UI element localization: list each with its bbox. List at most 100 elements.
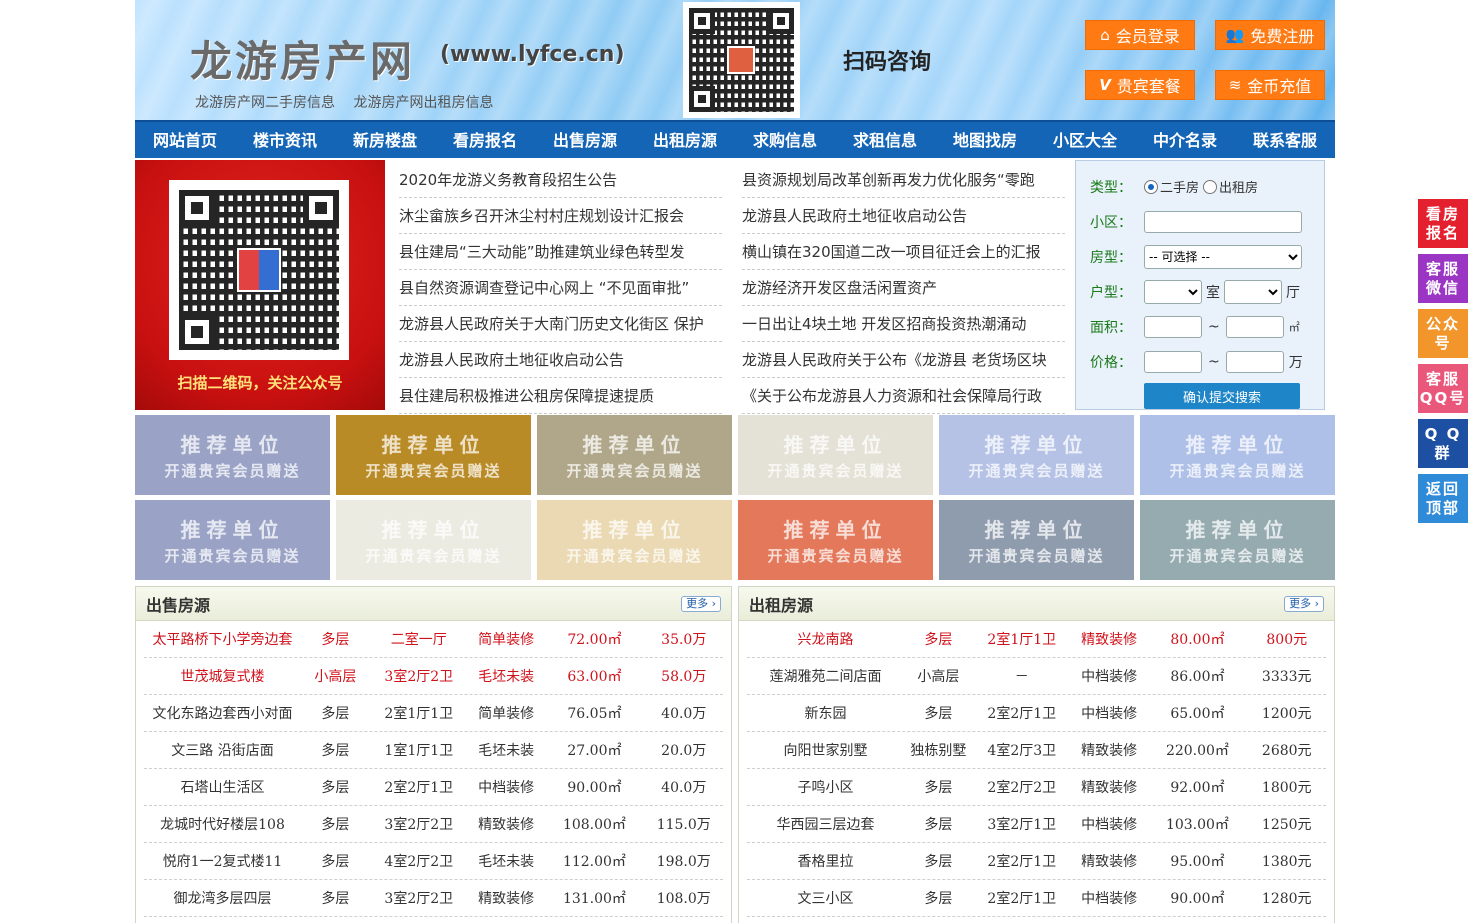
recommended-ad-slot[interactable]: 推荐单位 开通贵宾会员赠送 [336,500,531,580]
nav-contact-service[interactable]: 联系客服 [1235,122,1335,158]
table-row[interactable]: 文化东路边套西小对面 多层 2室1厅1卫 简单装修 76.05㎡ 40.0万 [144,695,723,732]
news-item[interactable]: 县资源规划局改革创新再发力优化服务“零跑 [742,162,1065,198]
nav-for-rent[interactable]: 出租房源 [635,122,735,158]
cell-name[interactable]: 子鸣小区 [747,777,904,797]
table-row[interactable]: 文三路 沿街店面 多层 1室1厅1卫 毛坯未装 27.00㎡ 20.0万 [144,732,723,769]
nav-market-news[interactable]: 楼市资讯 [235,122,335,158]
recommended-ad-slot[interactable]: 推荐单位 开通贵宾会员赠送 [738,500,933,580]
table-row[interactable]: 香格里拉 多层 2室2厅1卫 精致装修 95.00㎡ 1380元 [747,843,1326,880]
recommended-ad-slot[interactable]: 推荐单位 开通贵宾会员赠送 [135,500,330,580]
nav-agents[interactable]: 中介名录 [1135,122,1235,158]
nav-home[interactable]: 网站首页 [135,122,235,158]
cell-name[interactable]: 华西园三层边套 [747,814,904,834]
recommended-ad-slot[interactable]: 推荐单位 开通贵宾会员赠送 [939,415,1134,495]
cell-name[interactable]: 向阳世家别墅 [747,740,904,760]
recommended-ad-slot[interactable]: 推荐单位 开通贵宾会员赠送 [1140,415,1335,495]
cell-name[interactable]: 龙城时代好楼层108 [144,814,301,834]
table-row[interactable]: 文三小区 多层 2室2厅1卫 中档装修 90.00㎡ 1280元 [747,880,1326,917]
news-item[interactable]: 县住建局“三大动能”助推建筑业绿色转型发 [399,234,722,270]
cell-name[interactable]: 太平路桥下小学旁边套 [144,629,301,649]
table-row[interactable]: 兴龙南路 多层 2室1厅1卫 精致装修 80.00㎡ 800元 [747,621,1326,658]
recommended-ad-slot[interactable]: 推荐单位 开通贵宾会员赠送 [1140,500,1335,580]
room-select[interactable] [1144,279,1202,304]
cell-name[interactable]: 世茂城复式楼 [144,666,301,686]
cell-name[interactable]: 兴龙南路 [747,629,904,649]
nav-communities[interactable]: 小区大全 [1035,122,1135,158]
table-row[interactable]: 世茂城复式楼 小高层 3室2厅2卫 毛坯未装 63.00㎡ 58.0万 [144,658,723,695]
community-input[interactable] [1144,210,1302,233]
table-row[interactable]: 太平路桥下小学旁边套 多层 二室一厅 简单装修 72.00㎡ 35.0万 [144,621,723,658]
cell-area: 90.00㎡ [1170,891,1225,907]
float-viewing-signup[interactable]: 看房 报名 [1418,199,1468,248]
news-item[interactable]: 县自然资源调查登记中心网上 “不见面审批” [399,270,722,306]
nav-viewing-signup[interactable]: 看房报名 [435,122,535,158]
hall-select[interactable] [1224,279,1282,304]
news-item[interactable]: 龙游县人民政府关于大南门历史文化街区 保护 [399,306,722,342]
recommended-ad-slot[interactable]: 推荐单位 开通贵宾会员赠送 [336,415,531,495]
table-row[interactable]: 莲湖雅苑二间店面 小高层 － 中档装修 86.00㎡ 3333元 [747,658,1326,695]
recommended-ad-slot[interactable]: 推荐单位 开通贵宾会员赠送 [537,415,732,495]
cell-name[interactable]: 御龙湾多层四层 [144,888,301,908]
cell-name[interactable]: 莲湖雅苑二间店面 [747,666,904,686]
table-row[interactable]: 华西园三层边套 多层 3室2厅1卫 中档装修 103.00㎡ 1250元 [747,806,1326,843]
cell-name[interactable]: 文三路 沿街店面 [144,740,301,760]
nav-for-sale[interactable]: 出售房源 [535,122,635,158]
recommended-ad-slot[interactable]: 推荐单位 开通贵宾会员赠送 [135,415,330,495]
nav-map-search[interactable]: 地图找房 [935,122,1035,158]
table-row[interactable]: 石塔山生活区 多层 2室2厅1卫 中档装修 90.00㎡ 40.0万 [144,769,723,806]
house-type-select[interactable]: -- 可选择 -- [1144,244,1302,269]
member-login-button[interactable]: ⌂ 会员登录 [1085,20,1195,50]
link-rental-info[interactable]: 龙游房产网出租房信息 [353,95,493,111]
news-item[interactable]: 县住建局积极推进公租房保障提速提质 [399,378,722,414]
radio-secondhand[interactable]: 二手房 [1144,177,1199,196]
news-item[interactable]: 龙游县人民政府关于公布《龙游县 老货场区块 [742,342,1065,378]
float-service-wechat[interactable]: 客服 微信 [1418,254,1468,303]
cell-name[interactable]: 香格里拉 [747,851,904,871]
cell-layout: 4室2厅3卫 [987,743,1057,759]
cell-name[interactable]: 文化东路边套西小对面 [144,703,301,723]
free-register-button[interactable]: 👥 免费注册 [1215,20,1325,50]
cell-name[interactable]: 石塔山生活区 [144,777,301,797]
cell-name[interactable]: 新东园 [747,703,904,723]
coin-recharge-button[interactable]: ≋ 金币充值 [1215,70,1325,100]
table-row[interactable]: 子鸣小区 多层 2室2厅2卫 精致装修 92.00㎡ 1800元 [747,769,1326,806]
news-item[interactable]: 龙游县人民政府土地征收启动公告 [399,342,722,378]
float-back-to-top[interactable]: 返回 顶部 [1418,474,1468,523]
radio-rental[interactable]: 出租房 [1203,177,1258,196]
area-min-input[interactable] [1144,315,1202,338]
price-min-input[interactable] [1144,350,1202,373]
nav-wanted-buy[interactable]: 求购信息 [735,122,835,158]
price-max-input[interactable] [1225,350,1284,373]
news-item[interactable]: 一日出让4块土地 开发区招商投资热潮涌动 [742,306,1065,342]
news-item[interactable]: 龙游县人民政府土地征收启动公告 [742,198,1065,234]
submit-search-button[interactable]: 确认提交搜索 [1144,383,1300,409]
nav-wanted-rent[interactable]: 求租信息 [835,122,935,158]
news-item[interactable]: 《关于公布龙游县人力资源和社会保障局行政 [742,378,1065,414]
recommended-ad-slot[interactable]: 推荐单位 开通贵宾会员赠送 [537,500,732,580]
table-row[interactable]: 新东园 多层 2室2厅1卫 中档装修 65.00㎡ 1200元 [747,695,1326,732]
nav-new-homes[interactable]: 新房楼盘 [335,122,435,158]
cell-area: 131.00㎡ [562,891,626,907]
rent-more-button[interactable]: 更多 › [1284,595,1324,612]
recommended-ad-slot[interactable]: 推荐单位 开通贵宾会员赠送 [738,415,933,495]
vip-package-button[interactable]: V 贵宾套餐 [1085,70,1195,100]
float-official-account[interactable]: 公众号 [1418,309,1468,358]
sale-more-button[interactable]: 更多 › [681,595,721,612]
table-row[interactable]: 悦府1一2复式楼11 多层 4室2厅2卫 毛坯未装 112.00㎡ 198.0万 [144,843,723,880]
cell-name[interactable]: 悦府1一2复式楼11 [144,851,301,871]
table-row[interactable]: 向阳世家别墅 独栋别墅 4室2厅3卫 精致装修 220.00㎡ 2680元 [747,732,1326,769]
news-item[interactable]: 龙游经济开发区盘活闲置资产 [742,270,1065,306]
link-secondhand-info[interactable]: 龙游房产网二手房信息 [195,95,335,111]
float-service-qq[interactable]: 客服 QQ号 [1418,364,1468,413]
table-row[interactable]: 龙城时代好楼层108 多层 3室2厅2卫 精致装修 108.00㎡ 115.0万 [144,806,723,843]
news-item[interactable]: 2020年龙游义务教育段招生公告 [399,162,722,198]
float-qq-group[interactable]: Q Q群 [1418,419,1468,468]
news-item[interactable]: 横山镇在320国道二改一项目征迁会上的汇报 [742,234,1065,270]
recommended-ad-slot[interactable]: 推荐单位 开通贵宾会员赠送 [939,500,1134,580]
cell-name[interactable]: 文三小区 [747,888,904,908]
logo-title[interactable]: 龙游房产网 [190,28,415,89]
news-item[interactable]: 沐尘畲族乡召开沐尘村村庄规划设计汇报会 [399,198,722,234]
table-row[interactable]: 御龙湾多层四层 多层 3室2厅2卫 精致装修 131.00㎡ 108.0万 [144,880,723,917]
type-label: 类型： [1090,179,1132,196]
area-max-input[interactable] [1225,315,1284,338]
